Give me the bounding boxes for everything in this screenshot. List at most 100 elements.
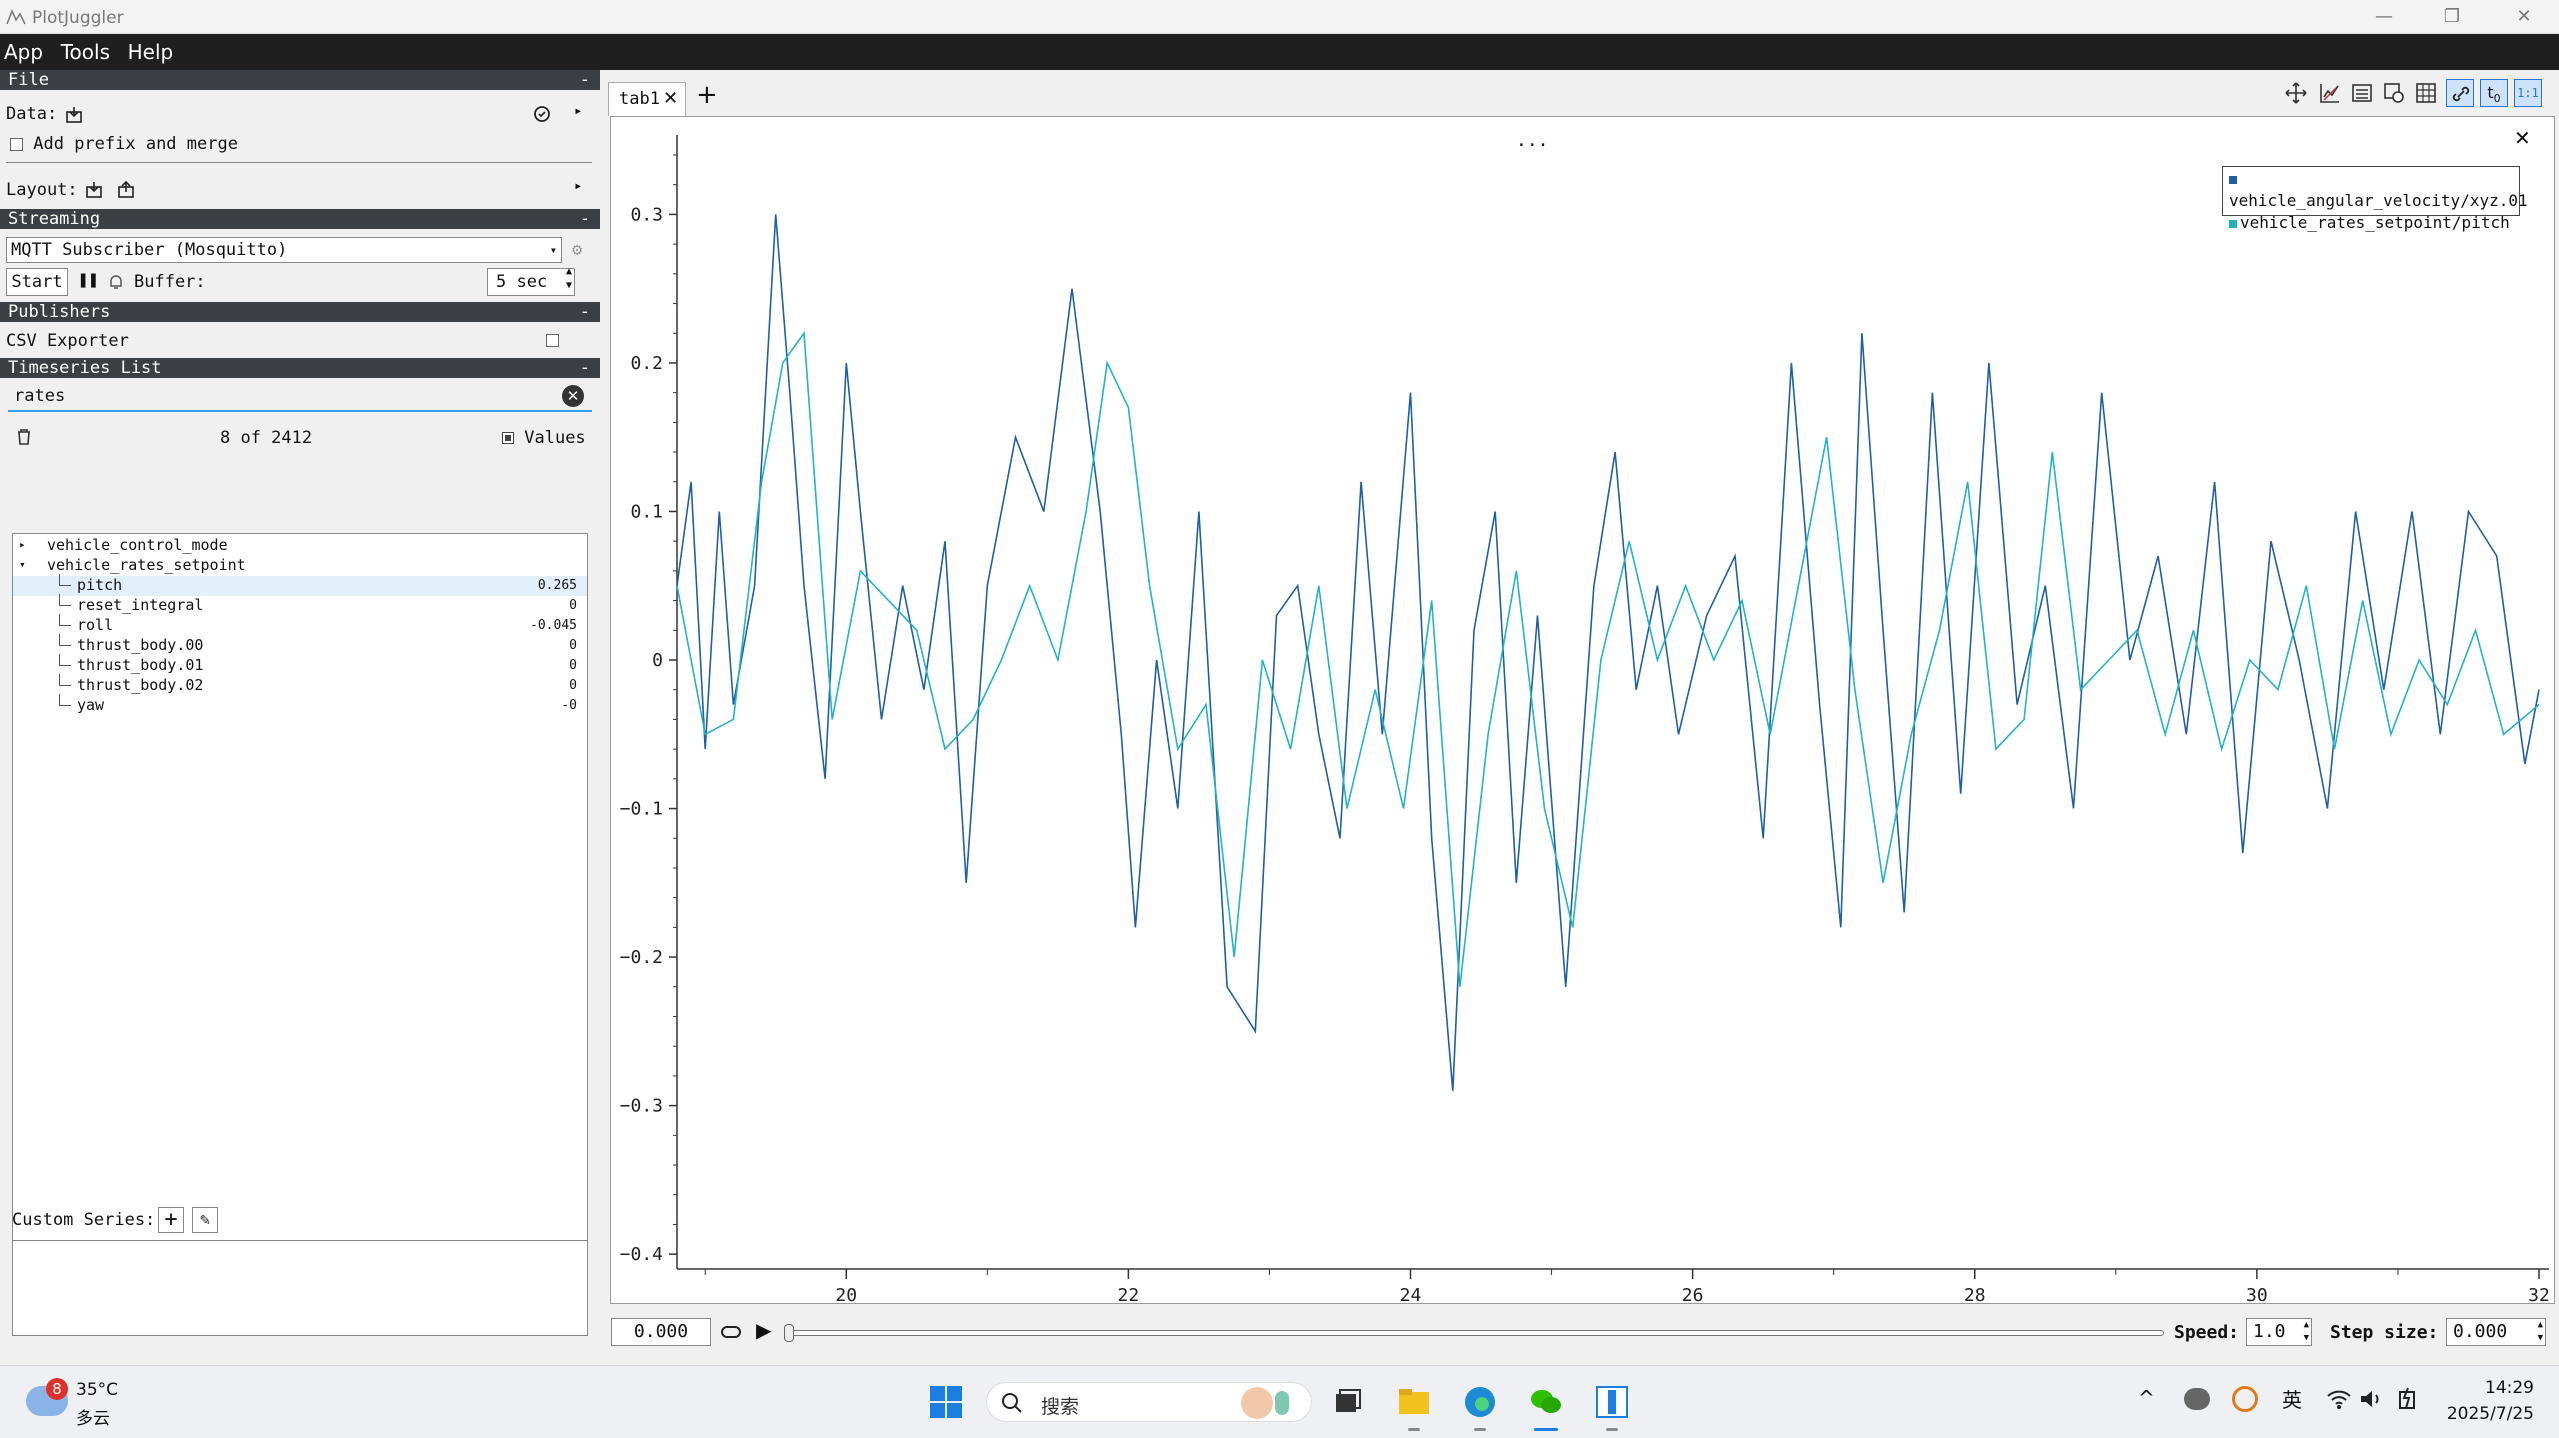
ratio-icon[interactable]: 1:1 — [2514, 79, 2542, 107]
menu-app[interactable]: App — [4, 34, 43, 70]
menu-help[interactable]: Help — [128, 34, 174, 70]
buffer-spinbox[interactable]: 5 sec ▲ ▼ — [487, 265, 575, 296]
wechat-icon[interactable] — [1528, 1384, 1564, 1420]
tab-close-icon[interactable]: ✕ — [663, 83, 678, 115]
section-publishers-header[interactable]: Publishers - — [0, 302, 600, 322]
section-timeseries-header[interactable]: Timeseries List - — [0, 358, 600, 378]
data-menu-arrow-icon[interactable]: ▸ — [574, 103, 582, 119]
section-streaming-header[interactable]: Streaming - — [0, 209, 600, 229]
grid-icon[interactable] — [2414, 81, 2438, 105]
tray-cloud-icon[interactable] — [2184, 1388, 2210, 1410]
spin-arrows-icon[interactable]: ▲ ▼ — [2304, 1319, 2309, 1345]
step-size-spinbox[interactable]: 0.000 ▲ ▼ — [2446, 1318, 2546, 1346]
move-icon[interactable] — [2284, 81, 2308, 105]
tree-item[interactable]: pitch 0.265 — [13, 574, 587, 596]
load-data-icon[interactable] — [64, 105, 84, 125]
tree-item[interactable]: ▸ vehicle_control_mode — [13, 536, 587, 556]
tree-item-label: yaw — [77, 696, 105, 714]
zoom-out-icon[interactable] — [2382, 81, 2406, 105]
tray-ime[interactable]: 英 — [2282, 1384, 2302, 1413]
plot-canvas[interactable]: 0.3 0.2 0.1 0 −0.1 −0.2 −0.3 −0.4 20 22 24 26 28 30 32 — [610, 116, 2556, 1306]
edit-custom-series-button[interactable]: ✎ — [192, 1207, 218, 1233]
tree-item[interactable]: thrust_body.01 0 — [13, 654, 587, 676]
weather-desc[interactable]: 多云 — [76, 1404, 110, 1429]
timeline-handle[interactable] — [784, 1324, 794, 1342]
values-toggle[interactable]: Values — [502, 428, 586, 448]
add-custom-series-button[interactable]: + — [158, 1207, 184, 1233]
tree-item[interactable]: thrust_body.02 0 — [13, 674, 587, 696]
tree-item[interactable]: yaw -0 — [13, 694, 587, 716]
battery-icon[interactable] — [2396, 1386, 2422, 1412]
tree-item[interactable]: reset_integral 0 — [13, 594, 587, 616]
speed-spinbox[interactable]: 1.0 ▲ ▼ — [2246, 1318, 2312, 1346]
y-tick-label: 0 — [652, 650, 663, 671]
chart-options-icon[interactable] — [2318, 81, 2342, 105]
custom-series-list[interactable] — [12, 1240, 588, 1336]
file-explorer-icon[interactable] — [1396, 1384, 1432, 1420]
edge-browser-icon[interactable] — [1462, 1384, 1498, 1420]
values-checkbox[interactable] — [502, 432, 514, 444]
line-chart[interactable]: 0.3 0.2 0.1 0 −0.1 −0.2 −0.3 −0.4 20 22 24 26 28 30 32 — [611, 117, 2556, 1306]
timeseries-tree[interactable]: ▸ vehicle_control_mode ▾ vehicle_rates_setp… — [12, 533, 588, 1263]
add-prefix-label: Add prefix and merge — [33, 134, 238, 154]
time-field[interactable]: 0.000 — [611, 1318, 711, 1346]
trash-icon[interactable] — [14, 427, 34, 447]
legend-item[interactable]: vehicle_angular_velocity/xyz.01 — [2229, 168, 2528, 212]
tray-chevron-up-icon[interactable]: ^ — [2138, 1386, 2155, 1410]
plot-menu-dots[interactable]: ... — [1516, 130, 1549, 151]
expand-arrow-right-icon[interactable]: ▸ — [19, 536, 26, 554]
add-prefix-checkbox[interactable] — [10, 137, 23, 151]
restore-icon[interactable]: ❐ — [2432, 4, 2472, 30]
link-toggle[interactable] — [2446, 79, 2474, 107]
spin-arrows-icon[interactable]: ▲ ▼ — [566, 265, 572, 293]
close-plot-icon[interactable]: ✕ — [2514, 126, 2531, 150]
time-offset-icon[interactable]: t0 — [2480, 79, 2508, 107]
plotjuggler-taskbar-icon[interactable] — [1594, 1384, 1630, 1420]
tab-tab1[interactable]: tab1 ✕ — [608, 82, 686, 116]
bell-icon[interactable] — [106, 272, 126, 292]
windows-start-icon[interactable] — [928, 1384, 964, 1420]
play-icon[interactable]: ▶ — [756, 1318, 771, 1342]
streaming-source-select[interactable]: MQTT Subscriber (Mosquitto) ▾ — [6, 237, 562, 263]
add-prefix-row[interactable]: Add prefix and merge — [10, 134, 238, 154]
wifi-icon[interactable] — [2326, 1388, 2352, 1410]
layout-menu-arrow-icon[interactable]: ▸ — [574, 178, 582, 194]
load-layout-icon[interactable] — [84, 180, 104, 200]
tree-item-label: pitch — [77, 576, 123, 594]
legend-icon[interactable] — [2350, 81, 2374, 105]
tree-item[interactable]: roll -0.045 — [13, 614, 587, 636]
tray-sync-icon[interactable] — [2232, 1386, 2258, 1412]
series-line-0[interactable] — [676, 214, 2540, 1091]
task-view-icon[interactable] — [1330, 1384, 1366, 1420]
clock-time[interactable]: 14:29 — [2484, 1378, 2534, 1398]
close-window-icon[interactable]: ✕ — [2504, 4, 2544, 30]
tree-item[interactable]: ▾ vehicle_rates_setpoint — [13, 556, 587, 576]
step-size-label: Step size: — [2330, 1322, 2439, 1343]
save-layout-icon[interactable] — [116, 180, 136, 200]
minimize-icon[interactable]: — — [2364, 4, 2404, 30]
search-placeholder: 搜索 — [1041, 1396, 1080, 1418]
pause-icon[interactable]: ❚❚ — [78, 270, 98, 290]
plot-legend[interactable]: vehicle_angular_velocity/xyz.01 vehicle_… — [2222, 166, 2528, 232]
volume-icon[interactable] — [2358, 1388, 2384, 1410]
start-button[interactable]: Start — [6, 268, 68, 296]
weather-temp[interactable]: 35°C — [76, 1380, 118, 1400]
add-tab-button[interactable]: + — [696, 80, 718, 110]
section-file-header[interactable]: File - — [0, 70, 600, 90]
section-file-title: File — [8, 70, 49, 90]
legend-item[interactable]: vehicle_rates_setpoint/pitch — [2229, 212, 2513, 234]
clock-date[interactable]: 2025/7/25 — [2446, 1404, 2534, 1424]
timeseries-filter-input[interactable]: rates ✕ — [8, 382, 592, 412]
csv-exporter-checkbox[interactable] — [546, 334, 559, 347]
settings-gear-icon[interactable]: ⚙ — [572, 240, 582, 260]
taskbar-search[interactable]: 搜索 — [986, 1382, 1312, 1422]
spin-arrows-icon[interactable]: ▲ ▼ — [2538, 1319, 2543, 1345]
expand-arrow-down-icon[interactable]: ▾ — [19, 556, 26, 574]
loop-icon[interactable] — [720, 1322, 742, 1342]
reload-icon[interactable] — [532, 104, 552, 124]
clear-filter-icon[interactable]: ✕ — [562, 385, 584, 407]
tree-item-label: vehicle_control_mode — [47, 536, 228, 554]
timeline-slider[interactable] — [786, 1330, 2164, 1336]
menu-tools[interactable]: Tools — [61, 34, 110, 70]
tree-item[interactable]: thrust_body.00 0 — [13, 634, 587, 656]
